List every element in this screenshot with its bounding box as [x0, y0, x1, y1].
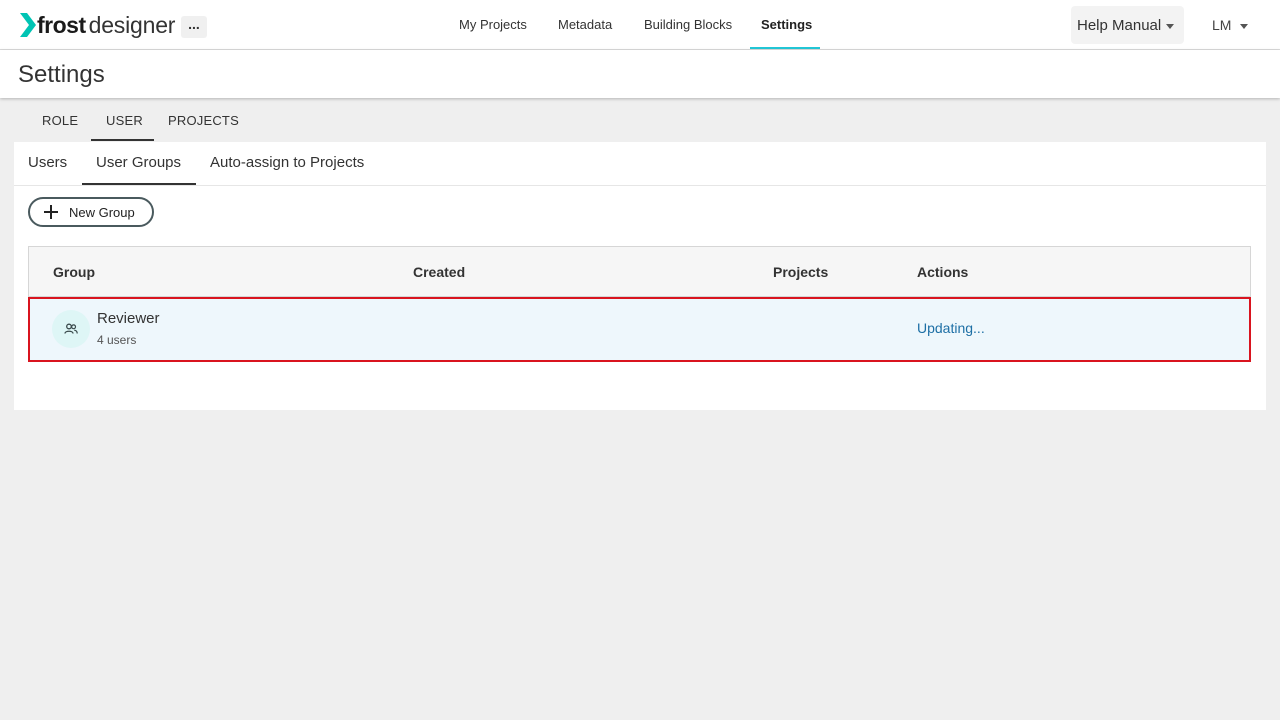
app-logo[interactable]: frost designer [20, 10, 175, 40]
subtab-users[interactable]: Users [28, 154, 67, 171]
tab-projects[interactable]: PROJECTS [168, 113, 239, 128]
group-icon [64, 323, 78, 334]
user-menu[interactable]: LM [1212, 17, 1249, 33]
nav-settings[interactable]: Settings [761, 17, 812, 32]
help-manual-label: Help Manual [1077, 16, 1162, 34]
group-avatar [52, 310, 90, 348]
column-header-actions: Actions [917, 264, 969, 280]
new-group-label: New Group [69, 204, 135, 220]
tab-active-indicator [91, 139, 154, 141]
table-row[interactable]: Reviewer 4 users Updating... [28, 297, 1251, 362]
column-header-projects[interactable]: Projects [773, 264, 828, 280]
subtab-active-indicator [82, 183, 196, 185]
user-initials: LM [1212, 17, 1232, 33]
help-manual-dropdown[interactable]: Help Manual [1071, 6, 1184, 44]
chevron-down-icon [1240, 23, 1249, 29]
logo-chevron-icon [20, 13, 36, 37]
group-action-status[interactable]: Updating... [917, 320, 985, 336]
new-group-button[interactable]: New Group [28, 197, 154, 227]
nav-active-indicator [750, 47, 820, 49]
subtab-user-groups[interactable]: User Groups [96, 154, 181, 171]
more-menu-button[interactable]: ... [181, 16, 207, 38]
chevron-down-icon [1166, 23, 1175, 29]
page-header: Settings [0, 50, 1280, 98]
table-header: Group Created Projects Actions [29, 247, 1250, 297]
nav-building-blocks[interactable]: Building Blocks [644, 17, 732, 32]
tab-user[interactable]: USER [106, 113, 143, 128]
logo-text-frost: frost [37, 11, 86, 38]
plus-icon [44, 205, 58, 219]
column-header-group[interactable]: Group [53, 264, 95, 280]
subtab-auto-assign[interactable]: Auto-assign to Projects [210, 154, 364, 171]
logo-text-designer: designer [88, 11, 176, 38]
top-navbar: frost designer ... My Projects Metadata … [0, 0, 1280, 50]
group-name[interactable]: Reviewer [97, 310, 160, 327]
group-user-count: 4 users [97, 333, 137, 347]
nav-metadata[interactable]: Metadata [558, 17, 612, 32]
column-header-created[interactable]: Created [413, 264, 465, 280]
subtab-bar: Users User Groups Auto-assign to Project… [14, 142, 1266, 186]
nav-my-projects[interactable]: My Projects [459, 17, 527, 32]
user-groups-table: Group Created Projects Actions Reviewer … [28, 246, 1251, 362]
user-groups-panel: Users User Groups Auto-assign to Project… [14, 142, 1266, 410]
page-title: Settings [18, 61, 105, 88]
tab-role[interactable]: ROLE [42, 113, 78, 128]
